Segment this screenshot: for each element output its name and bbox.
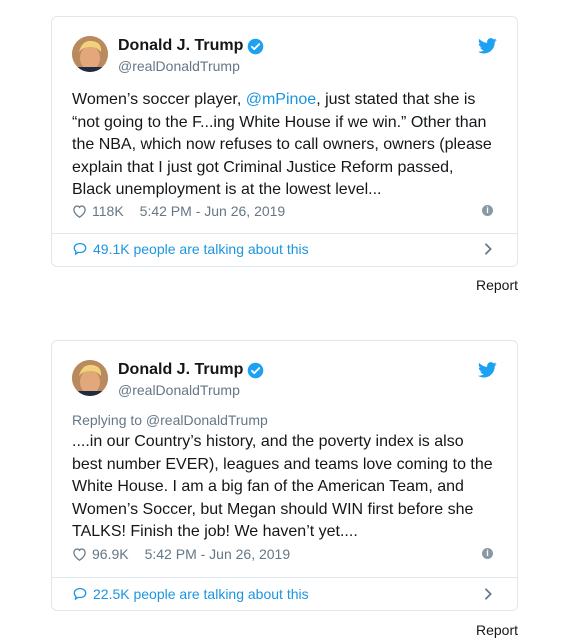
tweet-header: Donald J. Trump @realDonaldTrump xyxy=(72,36,492,76)
tweet-text-line: best number EVER), leagues and teams lov… xyxy=(72,455,493,473)
conversation-link[interactable]: 22.5K people are talking about this xyxy=(72,582,497,606)
info-icon[interactable]: i xyxy=(482,548,493,559)
timestamp[interactable]: 5:42 PM - Jun 26, 2019 xyxy=(145,546,291,562)
chevron-right-icon[interactable] xyxy=(484,588,493,600)
heart-icon[interactable] xyxy=(72,547,87,561)
tweet-text-segment: , just stated that she is xyxy=(316,91,476,108)
tweet-text-line: explain that I just got Criminal Justice… xyxy=(72,158,454,176)
heart-icon[interactable] xyxy=(72,204,87,218)
divider xyxy=(52,233,517,234)
author-name-text[interactable]: Donald J. Trump xyxy=(118,37,243,55)
speech-bubble-icon xyxy=(73,242,87,256)
tweet-card[interactable]: Donald J. Trump @realDonaldTrump Women’s… xyxy=(51,16,518,267)
conversation-count[interactable]: 49.1K people are talking about this xyxy=(93,241,309,257)
author-name[interactable]: Donald J. Trump xyxy=(118,361,264,379)
author-handle[interactable]: @realDonaldTrump xyxy=(118,382,240,398)
report-link[interactable]: Report xyxy=(476,277,518,293)
divider xyxy=(52,577,517,578)
tweet-text: Women’s soccer player, @mPinoe, just sta… xyxy=(72,89,512,202)
info-icon[interactable]: i xyxy=(482,205,493,216)
tweet-header: Donald J. Trump @realDonaldTrump xyxy=(72,360,492,400)
timestamp[interactable]: 5:42 PM - Jun 26, 2019 xyxy=(140,203,286,219)
twitter-bird-icon[interactable] xyxy=(478,38,497,54)
author-name-text[interactable]: Donald J. Trump xyxy=(118,361,243,379)
mention-link[interactable]: @mPinoe xyxy=(246,91,317,108)
tweet-text-line: Women’s soccer player, @mPinoe, just sta… xyxy=(72,89,512,112)
speech-bubble-icon xyxy=(73,587,87,601)
tweet-text-segment: Women’s soccer player, xyxy=(72,91,246,108)
conversation-count[interactable]: 22.5K people are talking about this xyxy=(93,586,309,602)
like-count[interactable]: 96.9K xyxy=(92,546,129,562)
tweet-text: ....in our Country’s history, and the po… xyxy=(72,431,512,544)
like-count[interactable]: 118K xyxy=(92,203,124,219)
twitter-bird-icon[interactable] xyxy=(478,362,497,378)
avatar[interactable] xyxy=(72,36,108,72)
tweet-text-line: ....in our Country’s history, and the po… xyxy=(72,433,464,450)
tweet-text-line: “not going to the F...ing White House if… xyxy=(72,113,487,131)
verified-badge-icon xyxy=(248,38,264,54)
tweet-meta: 118K 5:42 PM - Jun 26, 2019 i xyxy=(72,202,497,220)
tweet-text-line: TALKS! Finish the job! We haven’t yet...… xyxy=(72,523,358,540)
tweet-text-line: Women’s Soccer, but Megan should WIN fir… xyxy=(72,500,474,518)
author-handle[interactable]: @realDonaldTrump xyxy=(118,58,240,74)
avatar[interactable] xyxy=(72,360,108,396)
tweet-text-line: White House. I am a big fan of the Ameri… xyxy=(72,478,464,495)
author-name[interactable]: Donald J. Trump xyxy=(118,37,264,55)
tweet-text-line: Black unemployment is at the lowest leve… xyxy=(72,181,382,198)
conversation-link[interactable]: 49.1K people are talking about this xyxy=(72,237,497,261)
tweet-meta: 96.9K 5:42 PM - Jun 26, 2019 i xyxy=(72,545,497,563)
report-link[interactable]: Report xyxy=(476,622,518,638)
tweet-text-line: the NBA, which now refuses to call owner… xyxy=(72,136,492,153)
tweet-card[interactable]: Donald J. Trump @realDonaldTrump Replyin… xyxy=(51,340,518,611)
replying-to[interactable]: Replying to @realDonaldTrump xyxy=(72,412,268,428)
verified-badge-icon xyxy=(248,362,264,378)
chevron-right-icon[interactable] xyxy=(484,243,493,255)
